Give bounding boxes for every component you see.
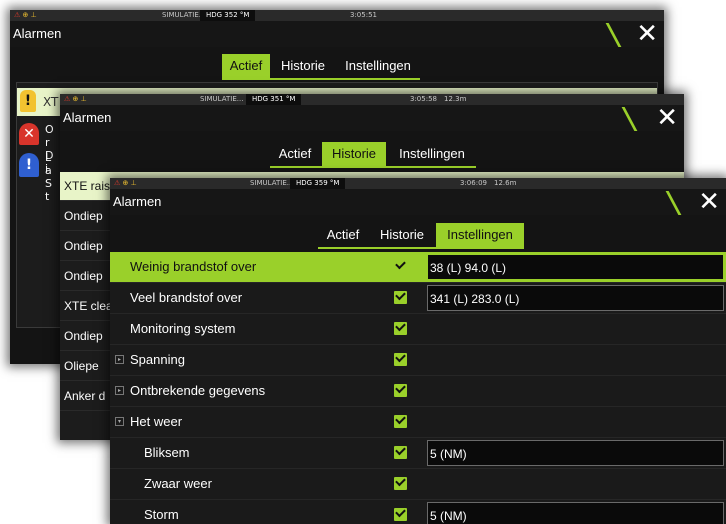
setting-value[interactable]: 38 (L) 94.0 (L) <box>427 254 724 280</box>
close-button[interactable]: ✕ <box>665 187 726 217</box>
setting-row-het-weer[interactable]: ▾ Het weer <box>110 407 726 438</box>
setting-value[interactable]: 5 (NM) <box>427 502 724 524</box>
close-button[interactable]: ✕ <box>621 103 684 133</box>
setting-value[interactable]: 5 (NM) <box>427 440 724 466</box>
setting-row-ontbrekende-gegevens[interactable]: ▸ Ontbrekende gegevens <box>110 376 726 407</box>
tab-instellingen[interactable]: Instellingen <box>336 54 420 78</box>
simulation-label: SIMULATIE... <box>162 11 206 19</box>
tab-historie[interactable]: Historie <box>272 54 334 78</box>
tab-bar: Actief Historie Instellingen <box>222 54 420 80</box>
setting-label: Spanning <box>130 352 185 367</box>
checkbox[interactable] <box>394 415 407 428</box>
clock: 3:06:09 <box>460 179 487 187</box>
setting-row-bliksem[interactable]: Bliksem 5 (NM) <box>110 438 726 469</box>
tab-historie[interactable]: Historie <box>322 142 386 166</box>
setting-label: Monitoring system <box>130 321 236 336</box>
checkbox[interactable] <box>394 508 407 521</box>
setting-value[interactable]: 341 (L) 283.0 (L) <box>427 285 724 311</box>
distance-readout: 12.6m <box>494 179 517 187</box>
tab-actief[interactable]: Actief <box>222 54 270 78</box>
list-item-label: La St <box>45 151 52 203</box>
setting-label: Het weer <box>130 414 183 429</box>
setting-label: Veel brandstof over <box>130 290 243 305</box>
tab-bar: Actief Historie Instellingen <box>270 142 476 168</box>
status-icons: ⚠ ⊕ ⊥ <box>114 179 137 187</box>
checkbox[interactable] <box>394 446 407 459</box>
close-icon: ✕ <box>636 19 658 49</box>
setting-row-monitoring[interactable]: Monitoring system <box>110 314 726 345</box>
checkbox[interactable] <box>394 477 407 490</box>
info-bell-icon: ! <box>19 153 39 177</box>
clock: 3:05:51 <box>350 11 377 19</box>
setting-row-weinig-brandstof[interactable]: Weinig brandstof over 38 (L) 94.0 (L) <box>110 252 726 283</box>
simulation-label: SIMULATIE... <box>200 95 244 103</box>
heading-readout: HDG 352 °M <box>200 10 256 21</box>
divider <box>665 191 682 215</box>
simulation-label: SIMULATIE... <box>250 179 294 187</box>
checkbox[interactable] <box>394 384 407 397</box>
window-title: Alarmen <box>113 194 162 209</box>
tab-instellingen[interactable]: Instellingen <box>436 223 524 247</box>
window-title: Alarmen <box>63 110 112 125</box>
checkbox[interactable] <box>394 353 407 366</box>
expand-arrow-icon[interactable]: ▸ <box>115 386 124 395</box>
checkbox[interactable] <box>394 260 407 273</box>
setting-row-zwaar-weer[interactable]: Zwaar weer <box>110 469 726 500</box>
checkbox[interactable] <box>394 291 407 304</box>
setting-row-storm[interactable]: Storm 5 (NM) <box>110 500 726 524</box>
tab-underline <box>222 78 420 80</box>
setting-label: Storm <box>144 507 179 522</box>
tab-historie[interactable]: Historie <box>370 223 434 247</box>
heading-readout: HDG 351 °M <box>246 94 302 105</box>
alarm-bell-icon: ✕ <box>19 123 39 145</box>
collapse-arrow-icon[interactable]: ▾ <box>115 417 124 426</box>
heading-readout: HDG 359 °M <box>290 178 346 189</box>
setting-row-spanning[interactable]: ▸ Spanning <box>110 345 726 376</box>
tab-underline <box>318 247 524 249</box>
settings-list: Weinig brandstof over 38 (L) 94.0 (L) Ve… <box>110 252 726 524</box>
close-icon: ✕ <box>698 187 720 217</box>
warning-icon: ! <box>20 90 36 112</box>
tab-actief[interactable]: Actief <box>318 223 368 247</box>
checkbox[interactable] <box>394 322 407 335</box>
tab-underline <box>270 166 476 168</box>
window-title: Alarmen <box>13 26 62 41</box>
clock: 3:05:58 <box>410 95 437 103</box>
divider <box>621 107 638 131</box>
status-icons: ⚠ ⊕ ⊥ <box>14 11 37 19</box>
distance-readout: 12.3m <box>444 95 467 103</box>
alarm-window-instellingen: ⚠ ⊕ ⊥ SIMULATIE... HDG 359 °M 3:06:09 12… <box>110 178 726 524</box>
status-bar: ⚠ ⊕ ⊥ SIMULATIE... HDG 359 °M 3:06:09 12… <box>110 178 726 189</box>
list-item-label: XT <box>43 95 59 109</box>
setting-label: Ontbrekende gegevens <box>130 383 266 398</box>
expand-arrow-icon[interactable]: ▸ <box>115 355 124 364</box>
status-icons: ⚠ ⊕ ⊥ <box>64 95 87 103</box>
tab-actief[interactable]: Actief <box>270 142 320 166</box>
divider <box>605 23 622 47</box>
title-bar: Alarmen ✕ <box>60 103 684 133</box>
setting-row-veel-brandstof[interactable]: Veel brandstof over 341 (L) 283.0 (L) <box>110 283 726 314</box>
close-button[interactable]: ✕ <box>605 19 664 49</box>
setting-label: Bliksem <box>144 445 190 460</box>
setting-label: Weinig brandstof over <box>130 259 257 274</box>
title-bar: Alarmen ✕ <box>10 19 664 49</box>
tab-bar: Actief Historie Instellingen <box>318 223 524 249</box>
status-bar: ⚠ ⊕ ⊥ SIMULATIE... HDG 351 °M 3:05:58 12… <box>60 94 684 105</box>
title-bar: Alarmen ✕ <box>110 187 726 217</box>
status-bar: ⚠ ⊕ ⊥ SIMULATIE... HDG 352 °M 3:05:51 <box>10 10 664 21</box>
setting-label: Zwaar weer <box>144 476 212 491</box>
close-icon: ✕ <box>656 103 678 133</box>
tab-instellingen[interactable]: Instellingen <box>388 142 476 166</box>
